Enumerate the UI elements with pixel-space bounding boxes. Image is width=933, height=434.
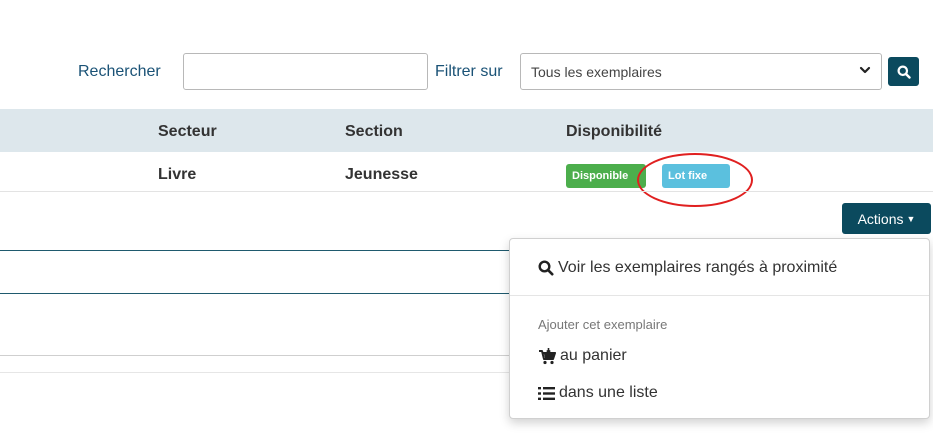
actions-button[interactable]: Actions ▼ xyxy=(842,203,931,234)
search-icon xyxy=(538,260,554,276)
highlight-circle-annotation xyxy=(637,153,753,207)
column-header-section: Section xyxy=(345,123,403,140)
actions-dropdown-menu: Voir les exemplaires rangés à proximité … xyxy=(509,238,930,419)
table-header xyxy=(0,109,933,152)
menu-item-nearby-label: Voir les exemplaires rangés à proximité xyxy=(558,259,838,276)
divider-line xyxy=(0,250,515,251)
divider-line xyxy=(0,355,515,356)
cell-secteur: Livre xyxy=(158,166,197,183)
menu-item-add-to-cart[interactable]: au panier xyxy=(538,347,627,365)
cell-section: Jeunesse xyxy=(345,166,418,183)
menu-item-add-to-list-label: dans une liste xyxy=(559,384,658,401)
cart-icon xyxy=(538,347,556,365)
menu-item-add-to-list[interactable]: dans une liste xyxy=(538,384,658,402)
status-badge-disponible: Disponible xyxy=(566,164,646,188)
search-input[interactable] xyxy=(183,53,428,90)
divider-line xyxy=(0,372,515,373)
search-icon xyxy=(897,65,911,79)
menu-divider xyxy=(510,295,929,296)
filter-label: Filtrer sur xyxy=(435,63,503,80)
search-label: Rechercher xyxy=(78,63,161,80)
list-icon xyxy=(538,386,555,401)
column-header-secteur: Secteur xyxy=(158,123,217,140)
row-divider xyxy=(0,191,933,192)
filter-selected-value: Tous les exemplaires xyxy=(531,63,662,80)
divider-line xyxy=(0,293,515,294)
search-button[interactable] xyxy=(888,57,919,86)
filter-select[interactable]: Tous les exemplaires xyxy=(520,53,882,90)
actions-button-label: Actions xyxy=(857,210,904,227)
menu-section-header: Ajouter cet exemplaire xyxy=(538,317,668,332)
chevron-down-icon xyxy=(859,64,871,79)
column-header-disponibilite: Disponibilité xyxy=(566,123,662,140)
menu-item-add-to-cart-label: au panier xyxy=(560,347,627,364)
menu-item-nearby[interactable]: Voir les exemplaires rangés à proximité xyxy=(538,259,837,277)
caret-down-icon: ▼ xyxy=(906,213,916,224)
